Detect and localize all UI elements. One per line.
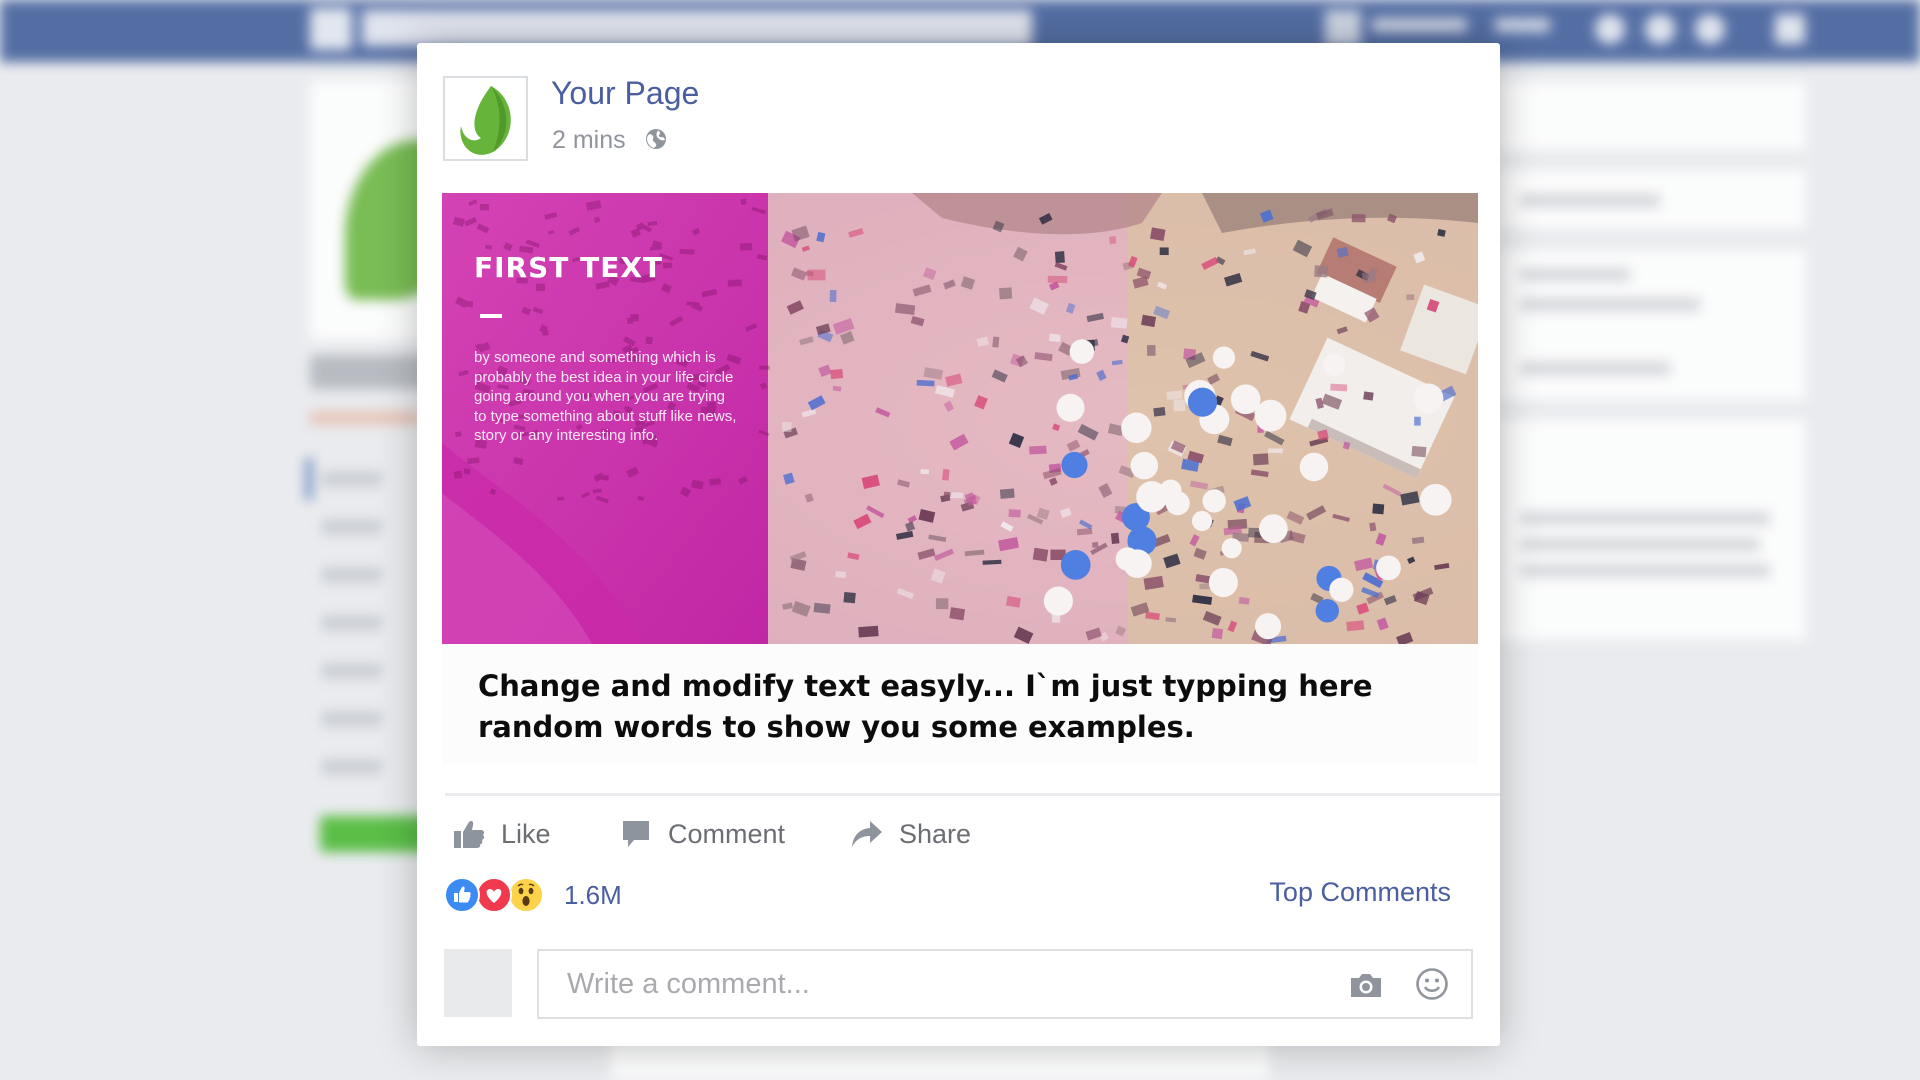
globe-icon bbox=[646, 129, 666, 149]
top-comments-link[interactable]: Top Comments bbox=[1269, 877, 1451, 908]
like-label: Like bbox=[501, 818, 551, 849]
thumbs-up-icon bbox=[454, 821, 485, 848]
share-arrow-icon bbox=[852, 821, 882, 847]
page-handle bbox=[310, 412, 420, 424]
post-image[interactable]: FIRST TEXT by someone and something whic… bbox=[442, 193, 1478, 644]
hero-divider bbox=[480, 314, 502, 318]
post-caption: Change and modify text easyly... I`m jus… bbox=[478, 669, 1373, 744]
friend-requests-icon bbox=[1595, 14, 1625, 44]
nav-item bbox=[322, 472, 382, 486]
hero-title: FIRST TEXT bbox=[474, 251, 664, 284]
nav-item bbox=[322, 760, 382, 774]
wow-reaction-icon bbox=[508, 877, 544, 913]
nav-item bbox=[322, 568, 382, 582]
right-card bbox=[1500, 420, 1806, 640]
emoji-icon[interactable] bbox=[1415, 967, 1449, 1001]
nav-item bbox=[322, 520, 382, 534]
comment-input[interactable] bbox=[567, 961, 1327, 1007]
comment-composer bbox=[537, 949, 1473, 1019]
nav-item bbox=[322, 616, 382, 630]
share-label: Share bbox=[899, 818, 972, 849]
right-card bbox=[1500, 250, 1806, 400]
home-link bbox=[1495, 18, 1550, 32]
page-title bbox=[310, 355, 430, 389]
nav-item bbox=[322, 664, 382, 678]
like-button[interactable]: Like bbox=[453, 811, 551, 857]
camera-icon[interactable] bbox=[1349, 971, 1383, 999]
nav-item bbox=[322, 712, 382, 726]
messages-icon bbox=[1645, 14, 1675, 44]
comment-label: Comment bbox=[668, 818, 786, 849]
notifications-icon bbox=[1695, 14, 1725, 44]
divider bbox=[445, 793, 1500, 796]
comment-bubble-icon bbox=[623, 821, 649, 847]
commenter-avatar bbox=[444, 949, 512, 1017]
caption-box: Change and modify text easyly... I`m jus… bbox=[442, 644, 1478, 764]
facebook-logo-icon bbox=[310, 8, 352, 50]
reactions-summary[interactable]: 1.6M bbox=[444, 873, 622, 917]
right-card bbox=[1500, 170, 1806, 228]
search-bar bbox=[362, 10, 1032, 46]
share-button[interactable]: Share bbox=[851, 811, 971, 857]
profile-avatar bbox=[1325, 10, 1361, 46]
hero-text-panel: FIRST TEXT by someone and something whic… bbox=[442, 193, 768, 644]
reaction-count: 1.6M bbox=[564, 879, 622, 910]
nav-active-indicator bbox=[306, 458, 312, 500]
page-name-link[interactable]: Your Page bbox=[551, 75, 699, 112]
profile-name bbox=[1372, 18, 1467, 32]
post-timestamp[interactable]: 2 mins bbox=[552, 126, 626, 155]
right-card bbox=[1500, 82, 1806, 150]
like-reaction-icon bbox=[444, 877, 480, 913]
page-avatar[interactable] bbox=[443, 76, 528, 161]
help-icon bbox=[1775, 14, 1805, 44]
hero-body-text: by someone and something which is probab… bbox=[474, 349, 737, 444]
love-reaction-icon bbox=[476, 877, 512, 913]
leaf-logo-icon bbox=[460, 86, 511, 155]
post-card: Your Page 2 mins FIRST TEXT by someone a… bbox=[417, 43, 1500, 1046]
comment-button[interactable]: Comment bbox=[622, 811, 785, 857]
